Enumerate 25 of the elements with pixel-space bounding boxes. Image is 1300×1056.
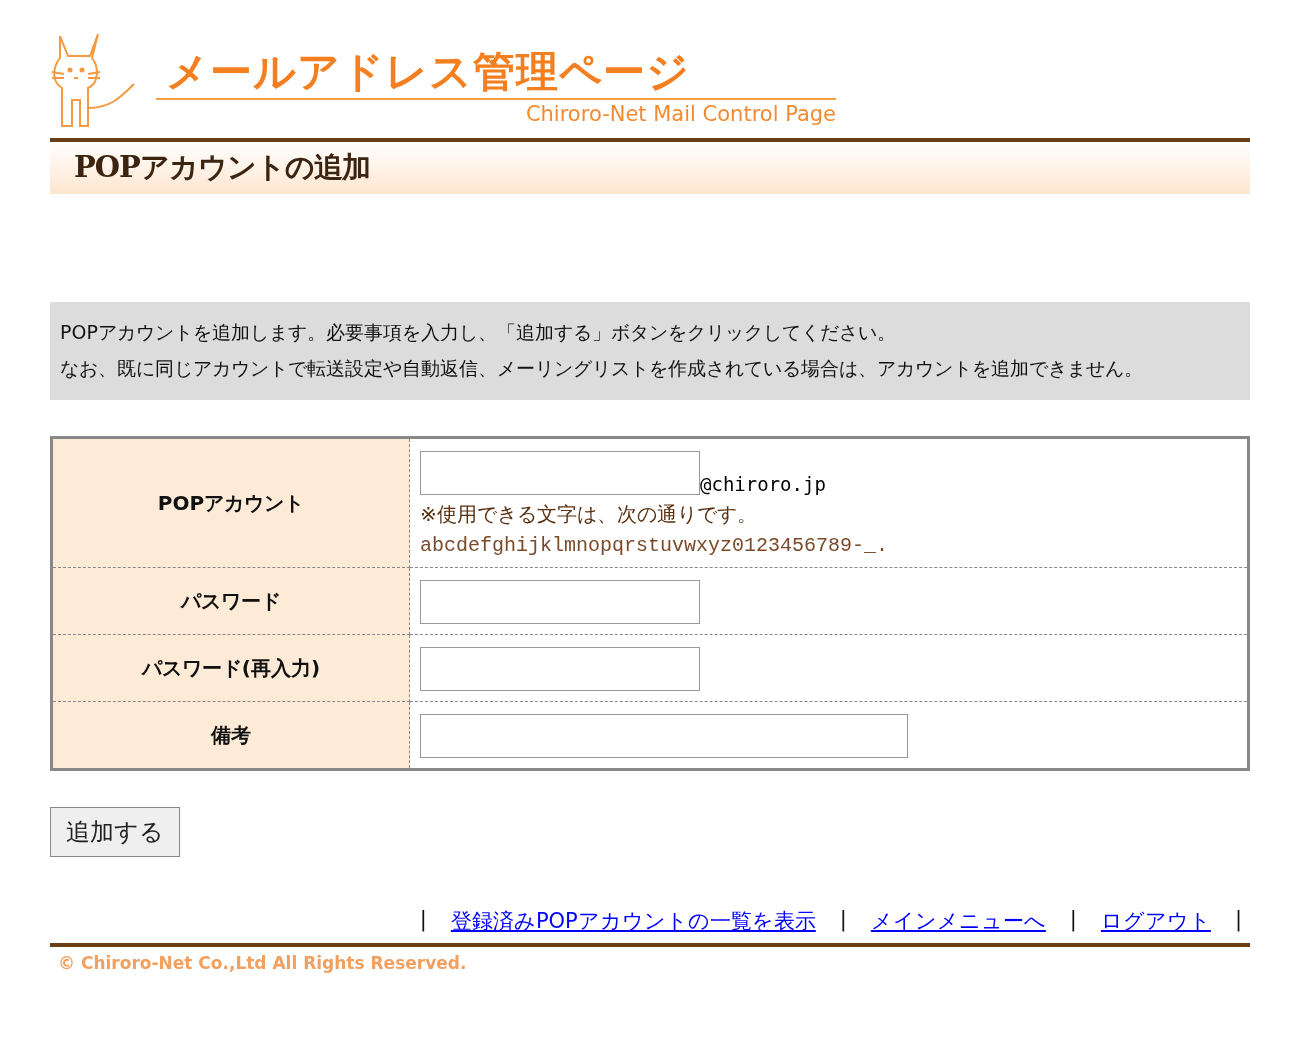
page-title: POPアカウントの追加 <box>50 138 1250 194</box>
nav-link[interactable]: 登録済みPOPアカウントの一覧を表示 <box>450 907 816 935</box>
separator-text: | <box>419 907 427 934</box>
add-button[interactable]: 追加する <box>50 807 180 857</box>
field-label: POPアカウント <box>53 439 410 568</box>
input-field[interactable] <box>420 451 700 495</box>
copyright-text: © Chiroro-Net Co.,Ltd All Rights Reserved. <box>57 952 468 975</box>
field-label: パスワード <box>53 568 410 635</box>
domain-suffix: @chiroro.jp <box>700 473 826 495</box>
input-field[interactable] <box>420 714 908 758</box>
input-field[interactable] <box>420 580 700 624</box>
nav-link[interactable]: ログアウト <box>1100 907 1211 935</box>
hint-text: ※使用できる文字は、次の通りです。 <box>420 501 758 528</box>
separator-text: | <box>1234 907 1242 934</box>
separator-text: | <box>839 907 847 934</box>
separator-text: | <box>1069 907 1077 934</box>
notice-text: なお、既に同じアカウントで転送設定や自動返信、メーリングリストを作成されている場合は、アカウントを追加できません。 <box>60 356 1144 381</box>
site-title: メールアドレス管理ページ <box>156 46 836 100</box>
field-label: 備考 <box>53 702 410 768</box>
site-subtitle: Chiroro-Net Mail Control Page <box>525 102 836 126</box>
allowed-characters: abcdefghijklmnopqrstuvwxyz0123456789-_. <box>420 534 890 557</box>
field-label: パスワード(再入力) <box>53 635 410 702</box>
input-field[interactable] <box>420 647 700 691</box>
notice-text: POPアカウントを追加します。必要事項を入力し、「追加する」ボタンをクリックしてください。 <box>60 320 897 345</box>
nav-link[interactable]: メインメニューへ <box>870 907 1046 935</box>
